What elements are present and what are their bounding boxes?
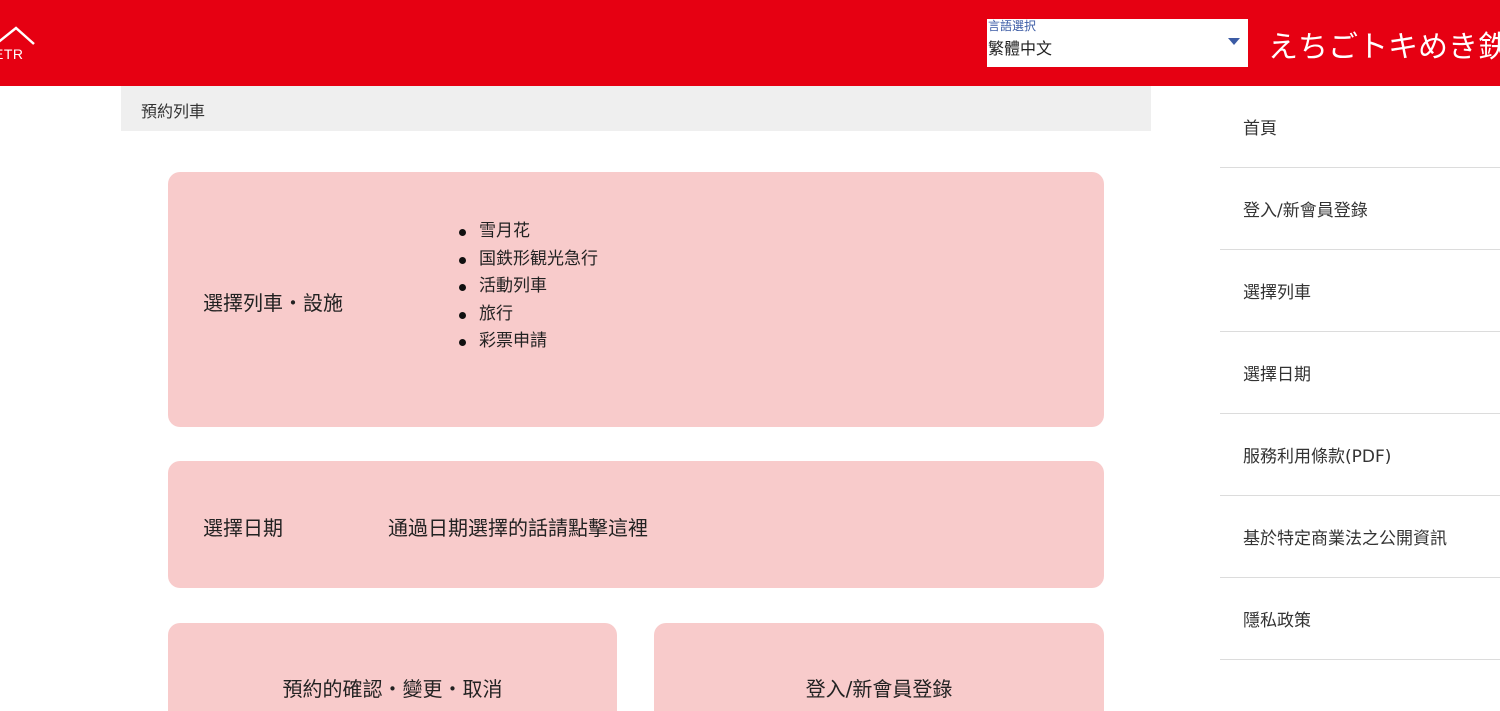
login-register-label: 登入/新會員登錄 xyxy=(805,677,953,701)
sidebar-item-login[interactable]: 登入/新會員登錄 xyxy=(1220,168,1500,250)
brand-logo-text: えちごトキめき鉄道 xyxy=(1268,30,1500,65)
sidebar-item-select-date[interactable]: 選擇日期 xyxy=(1220,332,1500,414)
breadcrumb: 預約列車 xyxy=(121,86,1151,131)
language-select[interactable]: 言語選択 繁體中文 xyxy=(987,19,1248,67)
sidebar-item-label: 服務利用條款(PDF) xyxy=(1243,447,1392,467)
reservation-manage-card[interactable]: 預約的確認・變更・取消 xyxy=(168,623,617,711)
sidebar-item-commerce-info[interactable]: 基於特定商業法之公開資訊 xyxy=(1220,496,1500,578)
train-list-item[interactable]: 彩票申請 xyxy=(457,328,598,356)
train-list-item[interactable]: 旅行 xyxy=(457,301,598,329)
sidebar-item-home[interactable]: 首頁 xyxy=(1220,86,1500,168)
language-value: 繁體中文 xyxy=(988,39,1053,58)
train-list-item[interactable]: 国鉄形観光急行 xyxy=(457,246,598,274)
sidebar-item-label: 選擇列車 xyxy=(1243,283,1311,303)
sidebar-item-label: 選擇日期 xyxy=(1243,365,1311,385)
train-list-item[interactable]: 活動列車 xyxy=(457,273,598,301)
login-register-card[interactable]: 登入/新會員登錄 xyxy=(654,623,1104,711)
reservation-manage-label: 預約的確認・變更・取消 xyxy=(282,677,503,701)
sidebar-item-terms[interactable]: 服務利用條款(PDF) xyxy=(1220,414,1500,496)
sidebar-item-label: 登入/新會員登錄 xyxy=(1243,201,1368,221)
logo-text: ETR xyxy=(0,46,24,62)
date-select-title: 選擇日期 xyxy=(203,516,283,540)
sidebar-item-label: 基於特定商業法之公開資訊 xyxy=(1243,529,1447,549)
sidebar-item-select-train[interactable]: 選擇列車 xyxy=(1220,250,1500,332)
sidebar-item-label: 首頁 xyxy=(1243,119,1277,139)
chevron-down-icon xyxy=(1228,38,1240,45)
date-select-link[interactable]: 通過日期選擇的話請點擊這裡 xyxy=(388,512,648,541)
train-list-item[interactable]: 雪月花 xyxy=(457,218,598,246)
language-label: 言語選択 xyxy=(988,19,1037,33)
site-header: ETR 言語選択 繁體中文 えちごトキめき鉄道 xyxy=(0,0,1500,86)
train-select-title: 選擇列車・設施 xyxy=(203,291,343,315)
train-list: 雪月花 国鉄形観光急行 活動列車 旅行 彩票申請 xyxy=(457,218,598,356)
sidebar-item-privacy[interactable]: 隱私政策 xyxy=(1220,578,1500,660)
sidebar-item-label: 隱私政策 xyxy=(1243,611,1311,631)
breadcrumb-current: 預約列車 xyxy=(141,102,206,121)
house-roof-icon xyxy=(0,26,35,45)
logo[interactable]: ETR xyxy=(0,22,44,66)
